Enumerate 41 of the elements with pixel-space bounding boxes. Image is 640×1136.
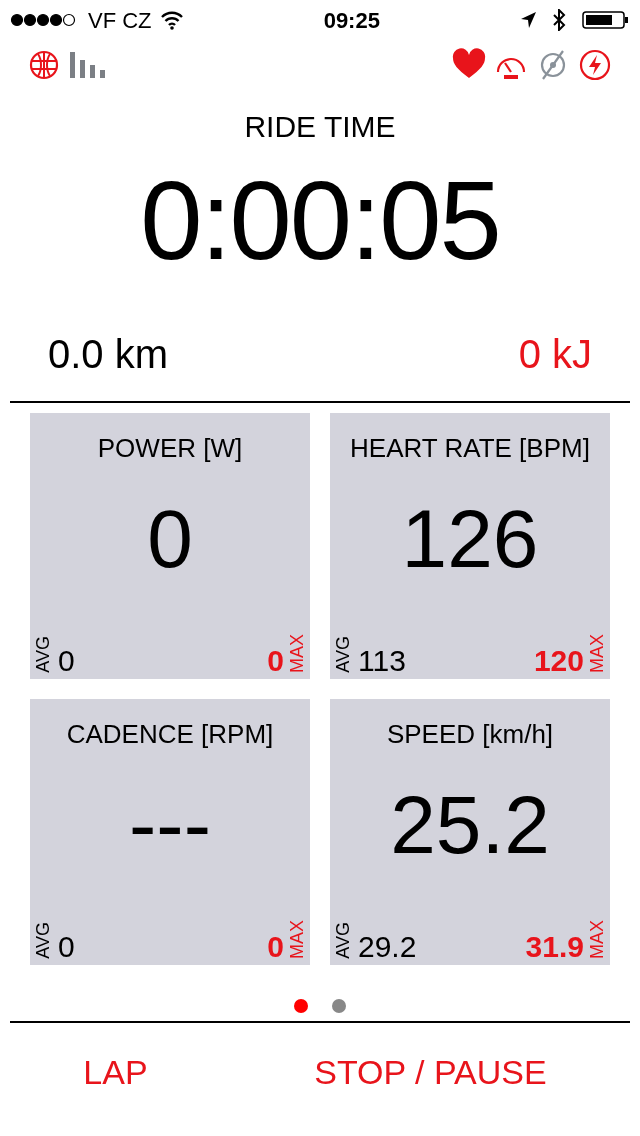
wifi-icon [159, 10, 184, 30]
action-button[interactable]: STOP / PAUSE [314, 1047, 547, 1098]
carrier-name: VF CZ [88, 6, 152, 35]
max-value: 0 [267, 643, 284, 679]
tile-value: --- [128, 784, 212, 866]
max-label: MAX [588, 920, 606, 959]
tile-title: SPEED [km/h] [385, 718, 555, 751]
bar-chart-icon[interactable] [68, 50, 108, 80]
energy-value: 0 kJ [518, 331, 592, 378]
tile-value: 0 [146, 498, 194, 580]
max-value: 120 [533, 643, 584, 679]
page-dot[interactable] [294, 999, 308, 1013]
max-value: 0 [267, 929, 284, 965]
globe-icon[interactable] [28, 49, 60, 81]
battery-icon [582, 10, 630, 30]
ride-time-label: RIDE TIME [243, 109, 397, 145]
avg-value: 113 [358, 643, 406, 679]
avg-label: AVG [334, 922, 352, 959]
action-button[interactable]: LAP [83, 1047, 148, 1098]
tile-title: CADENCE [RPM] [65, 718, 275, 751]
status-time: 09:25 [323, 7, 380, 33]
avg-label: AVG [34, 922, 52, 959]
tile-title: HEART RATE [BPM] [349, 432, 591, 465]
avg-label: AVG [34, 636, 52, 673]
max-label: MAX [288, 634, 306, 673]
max-label: MAX [288, 920, 306, 959]
avg-value: 29.2 [358, 929, 417, 965]
ride-time-value: 0:00:05 [139, 165, 501, 277]
tile-title: POWER [W] [96, 432, 244, 465]
tile-value: 25.2 [389, 784, 551, 866]
location-icon [520, 11, 536, 29]
max-label: MAX [588, 634, 606, 673]
avg-value: 0 [58, 929, 75, 965]
distance-value: 0.0 km [48, 331, 169, 378]
avg-value: 0 [58, 643, 75, 679]
max-value: 31.9 [525, 929, 584, 965]
avg-label: AVG [334, 636, 352, 673]
tile-value: 126 [400, 498, 540, 580]
lightning-icon[interactable] [578, 48, 612, 82]
page-dot[interactable] [332, 999, 346, 1013]
bluetooth-icon [552, 9, 566, 31]
